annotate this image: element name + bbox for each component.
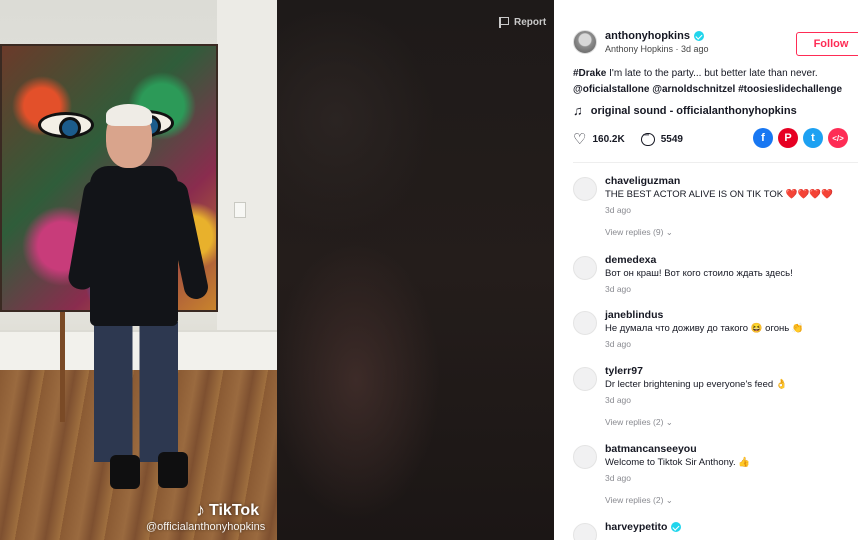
like-button[interactable]: ♡ 160.2K <box>573 130 625 148</box>
view-replies-label: View replies (9) <box>605 227 664 237</box>
view-replies-button[interactable]: View replies (9) ⌄ <box>605 227 845 238</box>
tiktok-logo: ♪ TikTok <box>196 500 259 521</box>
comment-count: 5549 <box>660 133 683 145</box>
chevron-down-icon: ⌄ <box>665 227 673 237</box>
caption-hashtag[interactable]: #Drake <box>573 68 606 79</box>
caption-mentions[interactable]: @oficialstallone @arnoldschnitzel #toosi… <box>573 82 853 98</box>
comment-text: Вот он краш! Вот кого стоило ждать здесь… <box>605 268 793 279</box>
embed-share-icon[interactable]: </> <box>828 128 848 148</box>
comment-time: 3d ago <box>605 395 631 405</box>
video-details-panel: anthonyhopkins Anthony Hopkins · 3d ago … <box>554 0 858 540</box>
engagement-stats: ♡ 160.2K 5549 <box>573 130 699 149</box>
chevron-down-icon: ⌄ <box>665 495 673 505</box>
comment-time: 3d ago <box>605 473 631 483</box>
follow-button[interactable]: Follow <box>796 32 858 56</box>
flag-icon <box>499 17 509 28</box>
author-info[interactable]: anthonyhopkins Anthony Hopkins · 3d ago <box>573 30 709 54</box>
sound-link[interactable]: ♫ original sound - officialanthonyhopkin… <box>573 103 797 118</box>
verified-badge-icon <box>671 522 682 532</box>
tiktok-logo-text: TikTok <box>209 501 260 519</box>
avatar[interactable] <box>573 30 597 54</box>
report-label: Report <box>514 17 547 28</box>
video-player[interactable]: ♪ TikTok @officialanthonyhopkins Report <box>0 0 554 540</box>
comment-avatar[interactable] <box>573 311 597 335</box>
view-replies-button[interactable]: View replies (2) ⌄ <box>605 417 845 428</box>
sound-label: original sound - officialanthonyhopkins <box>590 104 797 117</box>
comment-username[interactable]: harveypetito <box>605 521 667 533</box>
comment-username[interactable]: tylerr97 <box>605 365 845 377</box>
tiktok-note-icon: ♪ <box>196 500 205 520</box>
author-display-line: Anthony Hopkins · 3d ago <box>605 44 709 54</box>
wall <box>217 0 277 375</box>
comment-text: Не думала что доживу до такого 😆 огонь 👏 <box>605 323 804 334</box>
video-watermark: @officialanthonyhopkins <box>146 521 266 533</box>
comment-avatar[interactable] <box>573 445 597 469</box>
video-frame[interactable]: ♪ TikTok @officialanthonyhopkins <box>0 0 277 540</box>
chevron-down-icon: ⌄ <box>665 417 673 427</box>
verified-badge-icon <box>693 31 704 41</box>
comment-username[interactable]: batmancanseeyou <box>605 443 845 455</box>
view-replies-label: View replies (2) <box>605 495 664 505</box>
video-caption: #Drake I'm late to the party... but bett… <box>573 66 853 98</box>
author-username[interactable]: anthonyhopkins <box>605 30 690 42</box>
comment-username[interactable]: janeblindus <box>605 309 845 321</box>
comment-icon <box>640 130 655 146</box>
view-replies-label: View replies (2) <box>605 417 664 427</box>
comment-time: 3d ago <box>605 205 631 215</box>
pinterest-share-icon[interactable]: P <box>778 128 798 148</box>
divider <box>573 162 858 163</box>
comment-time: 3d ago <box>605 284 631 294</box>
caption-text: I'm late to the party... but better late… <box>606 68 818 79</box>
comment-avatar[interactable] <box>573 367 597 391</box>
comment-user-row: harveypetito <box>605 521 845 533</box>
comment-avatar[interactable] <box>573 523 597 540</box>
comment-text: THE BEST ACTOR ALIVE IS ON TIK TOK ❤️❤️❤… <box>605 189 834 200</box>
music-note-icon: ♫ <box>573 103 583 118</box>
twitter-share-icon[interactable]: t <box>803 128 823 148</box>
dancing-man <box>66 100 211 500</box>
comment-button[interactable]: 5549 <box>640 130 683 146</box>
share-buttons: f P t </> <box>753 128 848 148</box>
comment-text: Dr lecter brightening up everyone's feed… <box>605 379 788 390</box>
comment-text: Welcome to Tiktok Sir Anthony. 👍 <box>605 457 751 468</box>
video-blurred-background <box>276 0 554 540</box>
report-button[interactable]: Report <box>499 17 546 28</box>
comment-avatar[interactable] <box>573 177 597 201</box>
wall-outlet <box>234 202 246 218</box>
like-count: 160.2K <box>592 133 625 145</box>
comment-avatar[interactable] <box>573 256 597 280</box>
comment-time: 3d ago <box>605 339 631 349</box>
view-replies-button[interactable]: View replies (2) ⌄ <box>605 495 845 506</box>
heart-icon: ♡ <box>573 131 587 148</box>
comment-username[interactable]: chaveliguzman <box>605 175 845 187</box>
facebook-share-icon[interactable]: f <box>753 128 773 148</box>
comment-username[interactable]: demedexa <box>605 254 845 266</box>
